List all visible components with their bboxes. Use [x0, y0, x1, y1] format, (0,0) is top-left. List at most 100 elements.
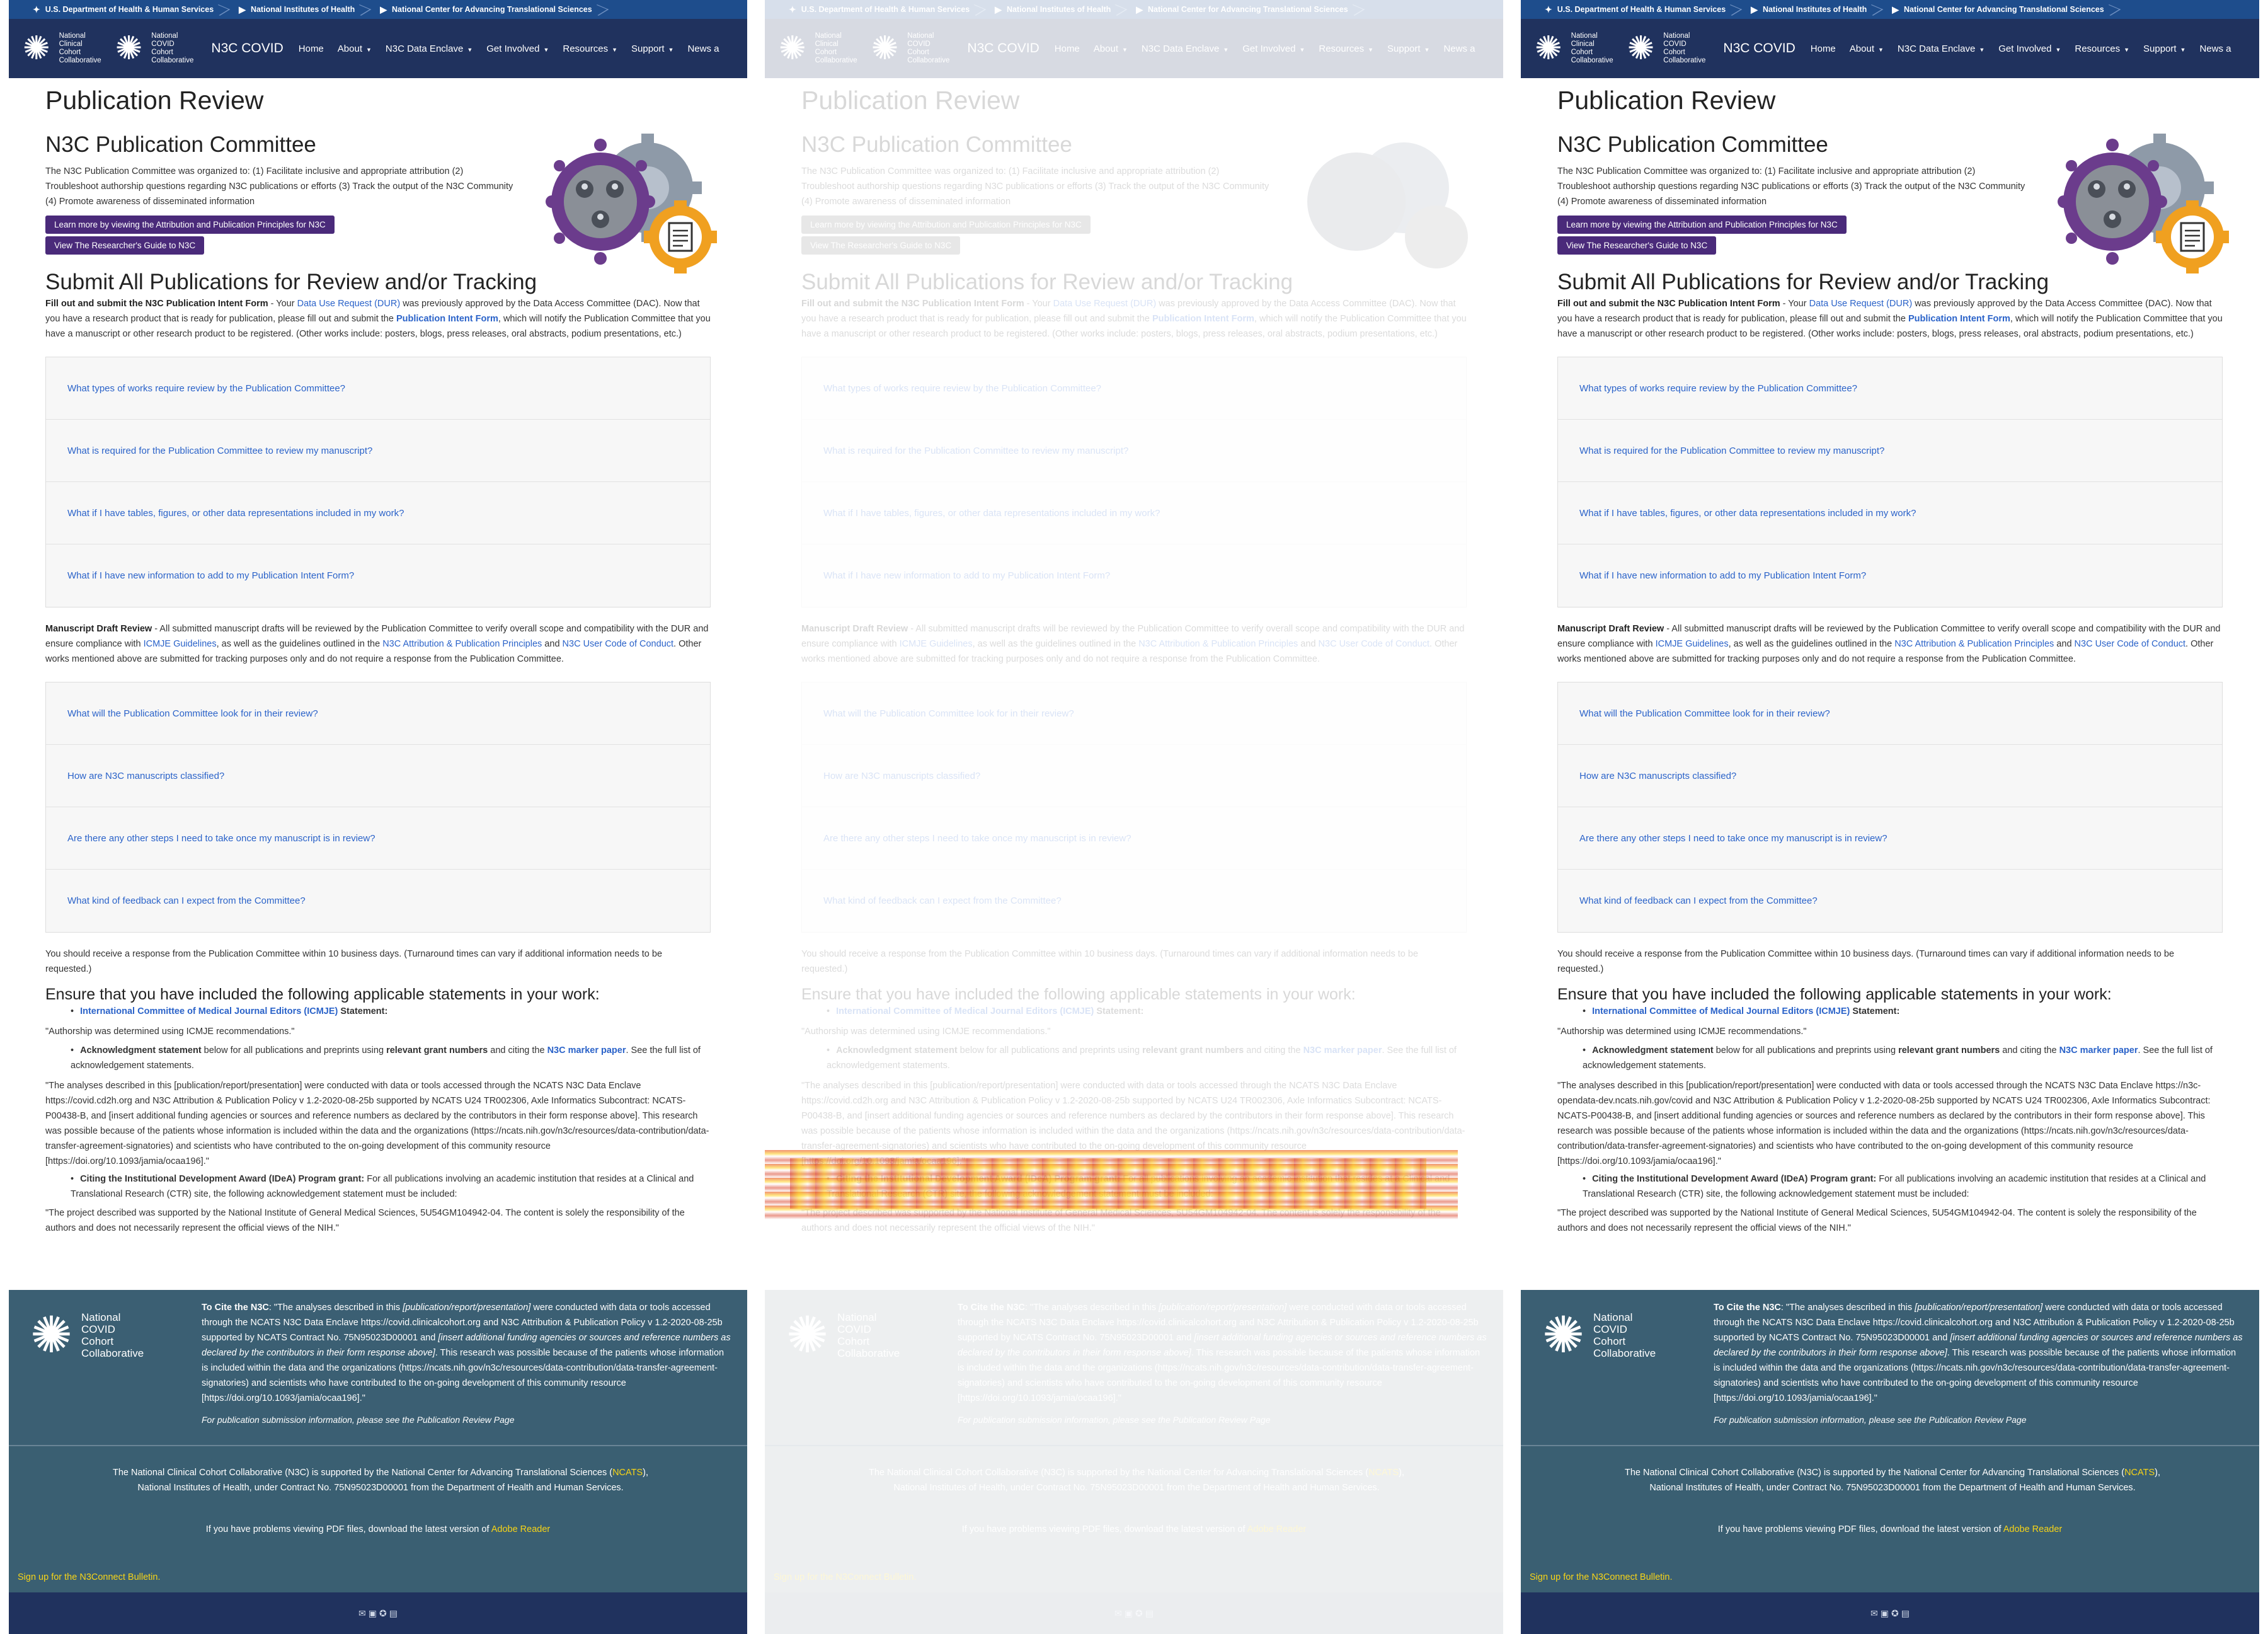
nav-data-enclave[interactable]: N3C Data Enclave ▼	[1898, 43, 1984, 54]
faq-item[interactable]: Are there any other steps I need to take…	[46, 807, 710, 870]
faq-item[interactable]: What if I have tables, figures, or other…	[802, 482, 1466, 544]
faq-item[interactable]: What if I have new information to add to…	[46, 544, 710, 607]
breadcrumb-nih[interactable]: ▶ National Institutes of Health	[986, 0, 1127, 19]
faq-item[interactable]: Are there any other steps I need to take…	[1558, 807, 2222, 870]
nav-home[interactable]: Home	[299, 43, 324, 54]
faq-item[interactable]: What kind of feedback can I expect from …	[46, 870, 710, 932]
brand-title[interactable]: N3C COVID	[1723, 41, 1795, 56]
social-icon[interactable]: ▤	[1145, 1608, 1154, 1619]
bulletin-signup-link[interactable]: Sign up for the N3Connect Bulletin.	[18, 1572, 161, 1582]
faq-item[interactable]: What kind of feedback can I expect from …	[1558, 870, 2222, 932]
nav-about[interactable]: About ▼	[338, 43, 372, 54]
ncats-link[interactable]: NCATS	[2124, 1468, 2155, 1478]
dur-link[interactable]: Data Use Request (DUR)	[1053, 299, 1157, 309]
breadcrumb-hhs[interactable]: ✦ U.S. Department of Health & Human Servi…	[24, 0, 230, 19]
faq-item[interactable]: What will the Publication Committee look…	[802, 682, 1466, 745]
breadcrumb-nih[interactable]: ▶ National Institutes of Health	[230, 0, 371, 19]
nav-support[interactable]: Support ▼	[1387, 43, 1429, 54]
footer-n3c-logo[interactable]: ✺ National COVID Cohort Collaborative	[1542, 1310, 1656, 1361]
faq-item[interactable]: What if I have new information to add to…	[1558, 544, 2222, 607]
nav-get-involved[interactable]: Get Involved ▼	[486, 43, 549, 54]
nav-home[interactable]: Home	[1055, 43, 1080, 54]
faq-item[interactable]: What is required for the Publication Com…	[802, 420, 1466, 482]
icmje-link[interactable]: International Committee of Medical Journ…	[836, 1006, 1094, 1016]
researchers-guide-button[interactable]: View The Researcher's Guide to N3C	[801, 236, 961, 255]
breadcrumb-ncats[interactable]: ▶ National Center for Advancing Translati…	[1883, 0, 2120, 19]
dur-link[interactable]: Data Use Request (DUR)	[297, 299, 401, 309]
social-icon[interactable]: ▤	[389, 1608, 398, 1619]
social-icon[interactable]: ▤	[1901, 1608, 1910, 1619]
faq-item[interactable]: What is required for the Publication Com…	[1558, 420, 2222, 482]
social-icon[interactable]: ✪	[1891, 1608, 1899, 1619]
code-of-conduct-link[interactable]: N3C User Code of Conduct	[563, 639, 674, 649]
faq-item[interactable]: What kind of feedback can I expect from …	[802, 870, 1466, 932]
nav-resources[interactable]: Resources ▼	[563, 43, 617, 54]
nav-news[interactable]: News a	[1443, 43, 1475, 54]
email-icon[interactable]: ✉	[1114, 1608, 1122, 1619]
publication-submission-note[interactable]: For publication submission information, …	[1714, 1415, 2027, 1425]
ncats-link[interactable]: NCATS	[1368, 1468, 1399, 1478]
icmje-link[interactable]: International Committee of Medical Journ…	[80, 1006, 338, 1016]
n3c-logo[interactable]: ✺ National Clinical Cohort Collaborative	[23, 32, 101, 65]
intent-form-link[interactable]: Publication Intent Form	[1152, 314, 1254, 324]
n3c-logo[interactable]: ✺ National Clinical Cohort Collaborative	[1535, 32, 1613, 65]
social-icon[interactable]: ▣	[1125, 1608, 1133, 1619]
breadcrumb-ncats[interactable]: ▶ National Center for Advancing Translati…	[371, 0, 608, 19]
breadcrumb-hhs[interactable]: ✦ U.S. Department of Health & Human Servi…	[780, 0, 986, 19]
principles-button[interactable]: Learn more by viewing the Attribution an…	[45, 216, 335, 234]
faq-item[interactable]: What types of works require review by th…	[1558, 357, 2222, 420]
faq-item[interactable]: What types of works require review by th…	[46, 357, 710, 420]
n3c-covid-logo[interactable]: ✺ National COVID Cohort Collaborative	[1627, 32, 1706, 65]
breadcrumb-hhs[interactable]: ✦ U.S. Department of Health & Human Servi…	[1536, 0, 1742, 19]
social-icon[interactable]: ✪	[1135, 1608, 1143, 1619]
nav-support[interactable]: Support ▼	[2143, 43, 2185, 54]
faq-item[interactable]: What will the Publication Committee look…	[46, 682, 710, 745]
footer-n3c-logo[interactable]: ✺ National COVID Cohort Collaborative	[786, 1310, 900, 1361]
attribution-principles-link[interactable]: N3C Attribution & Publication Principles	[382, 639, 542, 649]
publication-submission-note[interactable]: For publication submission information, …	[202, 1415, 515, 1425]
nav-news[interactable]: News a	[2199, 43, 2231, 54]
n3c-logo[interactable]: ✺ National Clinical Cohort Collaborative	[779, 32, 857, 65]
marker-paper-link[interactable]: N3C marker paper	[1303, 1045, 1382, 1056]
footer-n3c-logo[interactable]: ✺ National COVID Cohort Collaborative	[30, 1310, 144, 1361]
nav-about[interactable]: About ▼	[1850, 43, 1884, 54]
intent-form-link[interactable]: Publication Intent Form	[396, 314, 498, 324]
nav-data-enclave[interactable]: N3C Data Enclave ▼	[386, 43, 472, 54]
faq-item[interactable]: Are there any other steps I need to take…	[802, 807, 1466, 870]
n3c-covid-logo[interactable]: ✺ National COVID Cohort Collaborative	[871, 32, 950, 65]
faq-item[interactable]: What if I have tables, figures, or other…	[46, 482, 710, 544]
faq-item[interactable]: How are N3C manuscripts classified?	[802, 745, 1466, 807]
nav-home[interactable]: Home	[1811, 43, 1836, 54]
nav-get-involved[interactable]: Get Involved ▼	[1998, 43, 2061, 54]
bulletin-signup-link[interactable]: Sign up for the N3Connect Bulletin.	[774, 1572, 917, 1582]
dur-link[interactable]: Data Use Request (DUR)	[1809, 299, 1913, 309]
faq-item[interactable]: What if I have tables, figures, or other…	[1558, 482, 2222, 544]
faq-item[interactable]: What is required for the Publication Com…	[46, 420, 710, 482]
researchers-guide-button[interactable]: View The Researcher's Guide to N3C	[45, 236, 205, 255]
email-icon[interactable]: ✉	[358, 1608, 366, 1619]
faq-item[interactable]: What if I have new information to add to…	[802, 544, 1466, 607]
nav-resources[interactable]: Resources ▼	[1319, 43, 1373, 54]
bulletin-signup-link[interactable]: Sign up for the N3Connect Bulletin.	[1530, 1572, 1673, 1582]
email-icon[interactable]: ✉	[1870, 1608, 1878, 1619]
icmje-guidelines-link[interactable]: ICMJE Guidelines	[900, 639, 973, 649]
breadcrumb-ncats[interactable]: ▶ National Center for Advancing Translati…	[1127, 0, 1364, 19]
icmje-link[interactable]: International Committee of Medical Journ…	[1592, 1006, 1850, 1016]
attribution-principles-link[interactable]: N3C Attribution & Publication Principles	[1894, 639, 2054, 649]
breadcrumb-nih[interactable]: ▶ National Institutes of Health	[1742, 0, 1883, 19]
attribution-principles-link[interactable]: N3C Attribution & Publication Principles	[1138, 639, 1298, 649]
publication-submission-note[interactable]: For publication submission information, …	[958, 1415, 1271, 1425]
nav-support[interactable]: Support ▼	[631, 43, 673, 54]
nav-data-enclave[interactable]: N3C Data Enclave ▼	[1142, 43, 1228, 54]
marker-paper-link[interactable]: N3C marker paper	[547, 1045, 626, 1056]
ncats-link[interactable]: NCATS	[612, 1468, 643, 1478]
n3c-covid-logo[interactable]: ✺ National COVID Cohort Collaborative	[115, 32, 194, 65]
nav-about[interactable]: About ▼	[1094, 43, 1128, 54]
faq-item[interactable]: What will the Publication Committee look…	[1558, 682, 2222, 745]
nav-resources[interactable]: Resources ▼	[2075, 43, 2129, 54]
icmje-guidelines-link[interactable]: ICMJE Guidelines	[144, 639, 217, 649]
code-of-conduct-link[interactable]: N3C User Code of Conduct	[1319, 639, 1430, 649]
marker-paper-link[interactable]: N3C marker paper	[2059, 1045, 2138, 1056]
faq-item[interactable]: How are N3C manuscripts classified?	[1558, 745, 2222, 807]
principles-button[interactable]: Learn more by viewing the Attribution an…	[801, 216, 1091, 234]
